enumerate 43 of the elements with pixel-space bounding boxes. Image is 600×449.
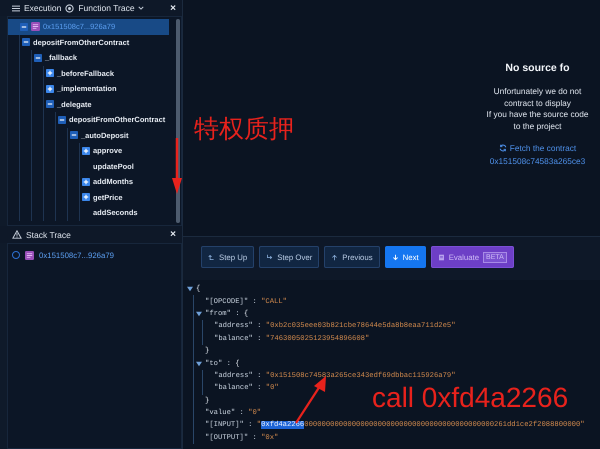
- expand-icon[interactable]: [46, 69, 54, 78]
- step-up-icon: [208, 254, 215, 260]
- annotation-arrow: [172, 138, 182, 194]
- close-button[interactable]: ×: [170, 2, 176, 14]
- caret-icon[interactable]: [138, 6, 144, 10]
- panel-title: Stack Trace: [26, 230, 71, 240]
- expand-icon[interactable]: [82, 193, 90, 202]
- fetch-link[interactable]: Fetch the contract: [510, 143, 576, 153]
- panel-tab[interactable]: Execution: [24, 3, 62, 13]
- target-icon: [65, 4, 74, 12]
- expand-icon[interactable]: [82, 178, 90, 186]
- radio-button[interactable]: [12, 251, 20, 259]
- message-text: to the project: [514, 120, 562, 132]
- collapse-icon[interactable]: [20, 22, 28, 31]
- annotation-text: 特权质押: [194, 113, 294, 145]
- collapse-icon[interactable]: [46, 100, 54, 108]
- collapse-icon[interactable]: [70, 131, 78, 140]
- warning-icon: [12, 230, 22, 239]
- step-over-icon: [266, 254, 274, 260]
- view-dropdown[interactable]: Function Trace: [78, 3, 135, 13]
- scrollbar[interactable]: [176, 19, 180, 223]
- message-text: contract to display: [504, 98, 571, 109]
- collapse-icon[interactable]: [22, 38, 30, 46]
- down-arrow-icon: [392, 254, 399, 260]
- refresh-icon[interactable]: [498, 144, 507, 152]
- contract-icon: [25, 250, 34, 260]
- collapse-icon[interactable]: [34, 54, 42, 62]
- contract-icon: [31, 22, 40, 32]
- collapse-caret-icon[interactable]: [196, 360, 202, 367]
- up-arrow-icon: [331, 254, 338, 260]
- document-icon: [438, 254, 445, 260]
- message-text: If you have the source code: [486, 109, 588, 120]
- message-text: Unfortunately we do not: [494, 86, 582, 98]
- expand-icon[interactable]: [82, 146, 90, 155]
- menu-icon[interactable]: [12, 4, 20, 12]
- collapse-icon[interactable]: [58, 116, 66, 124]
- contract-address: 0x151508c74583a265ce3: [490, 156, 586, 166]
- close-button[interactable]: ×: [170, 229, 176, 240]
- collapse-caret-icon[interactable]: [196, 310, 202, 317]
- collapse-caret-icon[interactable]: [187, 286, 193, 292]
- message-title: No source fo: [505, 62, 570, 74]
- annotation-text: call 0xfd4a2266: [372, 382, 568, 414]
- expand-icon[interactable]: [46, 84, 54, 93]
